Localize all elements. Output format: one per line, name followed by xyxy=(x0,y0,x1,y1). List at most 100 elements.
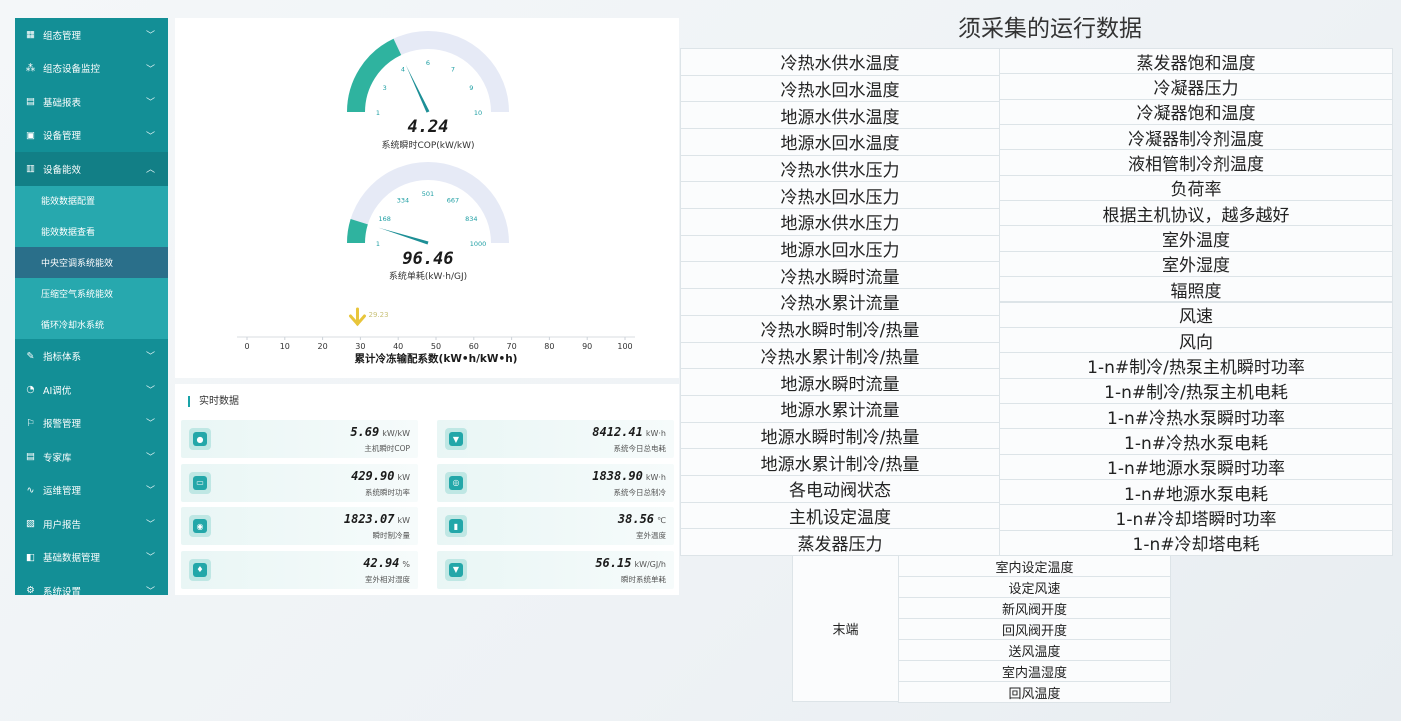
data-cell: 地源水供水温度 xyxy=(680,101,1000,130)
sidebar: ▦ 组态管理 ﹀ ⁂ 组态设备监控 ﹀ ▤ 基础报表 ﹀ ▣ 设备管理 ﹀ ▥ 设备能效 ︿ 能效数据配置 能效… xyxy=(15,18,168,595)
gauge-tick-label: 501 xyxy=(422,190,434,198)
gauge-tick-label: 3 xyxy=(383,84,387,92)
sidebar-item[interactable]: ∿ 运维管理 ﹀ xyxy=(15,473,168,507)
terminal-cell: 回风温度 xyxy=(898,681,1171,703)
sidebar-item[interactable]: ▦ 组态管理 ﹀ xyxy=(15,18,168,52)
scale-tick-label: 0 xyxy=(244,342,249,351)
sidebar-item-label: 组态设备监控 xyxy=(43,64,101,76)
gauge-tick-label: 6 xyxy=(426,59,430,67)
metric-card: ▭ 429.90 kW 系统瞬时功率 xyxy=(181,463,418,502)
scale-marker-value: 29.23 xyxy=(368,311,388,319)
scale-tick-label: 50 xyxy=(431,342,441,351)
cooling-icon: ◎ xyxy=(445,471,467,494)
chevron-up-icon: ︿ xyxy=(145,165,155,175)
scale-tick-label: 40 xyxy=(393,342,403,351)
sidebar-subitem[interactable]: 循环冷却水系统 xyxy=(15,309,168,340)
data-cell: 冷热水回水压力 xyxy=(680,181,1000,210)
data-cell: 根据主机协议，越多越好 xyxy=(999,200,1393,227)
sidebar-subitem[interactable]: 能效数据配置 xyxy=(15,186,168,217)
sidebar-item-label: 基础报表 xyxy=(43,97,82,109)
energy-icon: ▼ xyxy=(445,558,467,581)
data-cell: 蒸发器压力 xyxy=(680,528,1000,556)
efficiency-panel: 1 3 4 6 7 9 10 4.24 系统瞬时COP(kW/kW) 1 168 334 501 667 8… xyxy=(175,18,679,378)
data-cell: 负荷率 xyxy=(999,174,1393,202)
metric-value: 1838.90 kW·h xyxy=(592,468,666,483)
chevron-down-icon: ﹀ xyxy=(145,452,155,463)
right-title: 须采集的运行数据 xyxy=(958,16,1142,42)
data-cell: 冷凝器饱和温度 xyxy=(999,98,1393,126)
data-cell: 室外湿度 xyxy=(999,250,1393,278)
sidebar-item[interactable]: ⚙ 系统设置 ﹀ xyxy=(15,574,168,595)
gauge-needle xyxy=(405,64,430,113)
terminal-cell: 室内温湿度 xyxy=(898,660,1171,682)
sidebar-item[interactable]: ⚐ 报警管理 ﹀ xyxy=(15,406,168,440)
humidity-icon: ♦ xyxy=(189,558,211,581)
data-cell: 1-n#制冷/热泵主机瞬时功率 xyxy=(999,352,1393,379)
data-cell: 地源水瞬时流量 xyxy=(680,368,1000,396)
metric-label: 系统今日总电耗 xyxy=(613,444,667,453)
data-cell: 冷热水瞬时流量 xyxy=(680,261,1000,290)
sidebar-item[interactable]: ▥ 设备能效 ︿ xyxy=(15,152,168,186)
sidebar-item[interactable]: ▧ 用户报告 ﹀ xyxy=(15,507,168,541)
sidebar-item[interactable]: ✎ 指标体系 ﹀ xyxy=(15,339,168,373)
metric-unit: ℃ xyxy=(657,516,666,525)
sidebar-subitem[interactable]: 中央空调系统能效 xyxy=(15,247,168,278)
data-cell: 冷热水回水温度 xyxy=(680,74,1000,103)
sidebar-item[interactable]: ◧ 基础数据管理 ﹀ xyxy=(15,540,168,574)
cop-icon: ● xyxy=(189,428,211,450)
ai-icon: ◔ xyxy=(26,384,35,396)
metric-label: 系统瞬时功率 xyxy=(365,487,410,497)
gauge-tick-label: 1000 xyxy=(470,240,487,248)
gauge-value: 96.46 xyxy=(402,249,453,269)
user-report-icon: ▧ xyxy=(26,518,35,530)
terminal-label: 末端 xyxy=(792,555,899,702)
database-icon: ◧ xyxy=(26,551,35,563)
sidebar-item-label: 专家库 xyxy=(43,452,72,464)
settings-icon: ⚙ xyxy=(26,585,35,595)
data-cell: 1-n#冷却塔瞬时功率 xyxy=(999,504,1393,531)
gauge-track xyxy=(347,162,509,244)
data-cell: 室外温度 xyxy=(999,225,1393,252)
terminal-cell: 室内设定温度 xyxy=(898,555,1171,577)
gauge-tick-label: 1 xyxy=(376,240,380,248)
thermometer-icon: ▮ xyxy=(445,515,467,537)
device-icon: ▣ xyxy=(26,129,35,141)
scale-tick-label: 70 xyxy=(507,342,517,351)
sidebar-item[interactable]: ▤ 基础报表 ﹀ xyxy=(15,85,168,119)
sidebar-subitem[interactable]: 能效数据查看 xyxy=(15,216,168,247)
sidebar-subitem[interactable]: 压缩空气系统能效 xyxy=(15,278,168,309)
gauge-fill xyxy=(347,219,368,244)
sidebar-item[interactable]: ⁂ 组态设备监控 ﹀ xyxy=(15,52,168,86)
gauge-tick-label: 1 xyxy=(376,109,380,117)
gauge-fill xyxy=(347,38,402,113)
metric-label: 室外相对湿度 xyxy=(365,574,410,584)
chevron-down-icon: ﹀ xyxy=(145,419,155,430)
scale-tick-label: 80 xyxy=(544,342,554,351)
scale-tick-label: 20 xyxy=(318,342,328,351)
chevron-down-icon: ﹀ xyxy=(145,98,155,108)
metric-card: ▮ 38.56 ℃ 室外温度 xyxy=(437,507,674,545)
data-cell: 地源水累计流量 xyxy=(680,394,1000,423)
chevron-down-icon: ﹀ xyxy=(145,553,155,564)
sidebar-item[interactable]: ◔ AI调优 ﹀ xyxy=(15,373,168,407)
gauge-tick-label: 168 xyxy=(378,215,390,223)
data-cell: 冷热水累计制冷/热量 xyxy=(680,341,1000,370)
sidebar-item[interactable]: ▤ 专家库 ﹀ xyxy=(15,440,168,474)
metric-unit: kW/kW xyxy=(382,429,410,438)
chevron-down-icon: ﹀ xyxy=(145,131,155,142)
scale-tick-label: 10 xyxy=(280,342,290,351)
data-cell: 主机设定温度 xyxy=(680,501,1000,530)
data-cell: 冷热水累计流量 xyxy=(680,288,1000,316)
terminal-cell: 设定风速 xyxy=(898,576,1171,598)
data-cell: 风向 xyxy=(999,326,1393,354)
metric-label: 系统今日总制冷 xyxy=(613,487,667,497)
metric-card: ◎ 1838.90 kW·h 系统今日总制冷 xyxy=(437,463,674,502)
pulse-icon: ∿ xyxy=(26,484,35,496)
gauges-chart: 1 3 4 6 7 9 10 4.24 系统瞬时COP(kW/kW) 1 168 334 501 667 8… xyxy=(237,31,635,365)
data-cell: 冷凝器压力 xyxy=(999,73,1393,100)
gauge-tick-label: 334 xyxy=(397,197,409,205)
metric-card: ◉ 1823.07 kW 瞬时制冷量 xyxy=(181,507,418,545)
alarm-icon: ⚐ xyxy=(26,417,35,429)
sidebar-item[interactable]: ▣ 设备管理 ﹀ xyxy=(15,119,168,153)
gauge-tick-label: 667 xyxy=(447,197,459,205)
